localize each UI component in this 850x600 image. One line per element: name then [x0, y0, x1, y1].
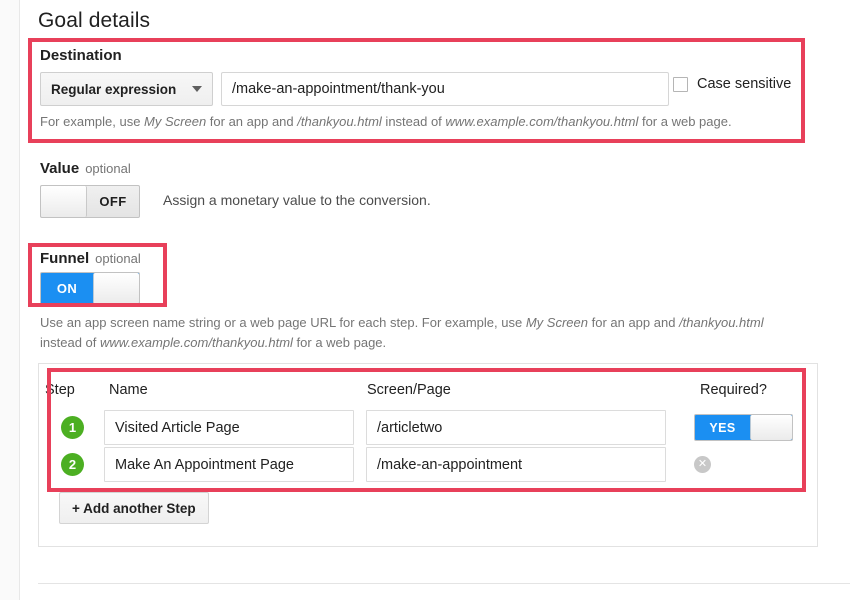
dest-help-prefix: For example, use: [40, 114, 145, 129]
funnel-help-text: Use an app screen name string or a web p…: [40, 313, 800, 353]
funnel-help-suffix: for a web page.: [292, 335, 387, 351]
case-sensitive-group[interactable]: Case sensitive: [673, 76, 791, 92]
value-toggle[interactable]: OFF: [40, 185, 140, 218]
value-optional-tag: optional: [85, 161, 131, 176]
value-help-text: Assign a monetary value to the conversio…: [163, 192, 431, 208]
destination-input[interactable]: [221, 72, 669, 106]
step-number-badge: 2: [61, 453, 84, 476]
value-label: Value optional: [40, 160, 131, 177]
column-header-name: Name: [109, 382, 148, 398]
value-toggle-knob: [41, 186, 87, 217]
value-toggle-state: OFF: [99, 194, 127, 209]
step-required-state: YES: [709, 420, 736, 435]
table-row: 2 ✕: [21, 447, 801, 484]
funnel-toggle-knob: [93, 273, 139, 304]
funnel-label: Funnel optional: [40, 250, 141, 267]
step-name-input[interactable]: [104, 447, 354, 482]
funnel-toggle-state: ON: [56, 281, 78, 296]
step-required-toggle[interactable]: YES: [694, 414, 793, 441]
funnel-help-mid1: for an app and: [587, 315, 680, 330]
column-header-screen: Screen/Page: [367, 382, 451, 398]
left-gutter: [0, 0, 20, 600]
value-label-text: Value: [40, 160, 80, 177]
destination-help-text: For example, use My Screen for an app an…: [40, 112, 780, 132]
required-cell: YES: [694, 414, 793, 441]
case-sensitive-label: Case sensitive: [697, 76, 792, 92]
page-title: Goal details: [38, 9, 151, 32]
funnel-optional-tag: optional: [95, 251, 141, 266]
step-screen-input[interactable]: [366, 447, 666, 482]
add-another-step-button[interactable]: + Add another Step: [59, 492, 209, 524]
match-type-dropdown[interactable]: Regular expression: [40, 72, 213, 106]
match-type-value: Regular expression: [51, 81, 177, 97]
dest-help-mid1: for an app and: [206, 114, 298, 129]
funnel-help-prefix: Use an app screen name string or a web p…: [40, 315, 526, 330]
case-sensitive-checkbox[interactable]: [673, 76, 688, 92]
bottom-divider: [38, 583, 850, 584]
funnel-help-em2: /thankyou.html: [679, 315, 764, 330]
chevron-down-icon: [192, 86, 202, 92]
funnel-toggle[interactable]: ON: [40, 272, 140, 305]
dest-help-em3: www.example.com/thankyou.html: [445, 114, 639, 129]
funnel-label-text: Funnel: [40, 250, 90, 267]
step-required-knob: [750, 415, 792, 440]
add-another-step-label: + Add another Step: [72, 500, 196, 516]
step-number-badge: 1: [61, 416, 84, 439]
step-name-input[interactable]: [104, 410, 354, 445]
funnel-help-em3: www.example.com/thankyou.html: [100, 335, 293, 351]
column-header-required: Required?: [700, 382, 767, 398]
column-header-step: Step: [45, 382, 75, 398]
dest-help-em1: My Screen: [144, 114, 207, 129]
funnel-help-em1: My Screen: [525, 315, 588, 330]
destination-label: Destination: [40, 47, 122, 64]
dest-help-suffix: for a web page.: [638, 114, 732, 129]
dest-help-mid2: instead of: [381, 114, 446, 129]
step-screen-input[interactable]: [366, 410, 666, 445]
goal-details-content: Goal details Destination Regular express…: [21, 0, 850, 600]
dest-help-em2: /thankyou.html: [297, 114, 382, 129]
table-row: 1 YES: [21, 410, 801, 447]
funnel-help-mid2: instead of: [40, 335, 100, 351]
remove-circle-icon[interactable]: ✕: [694, 456, 711, 473]
